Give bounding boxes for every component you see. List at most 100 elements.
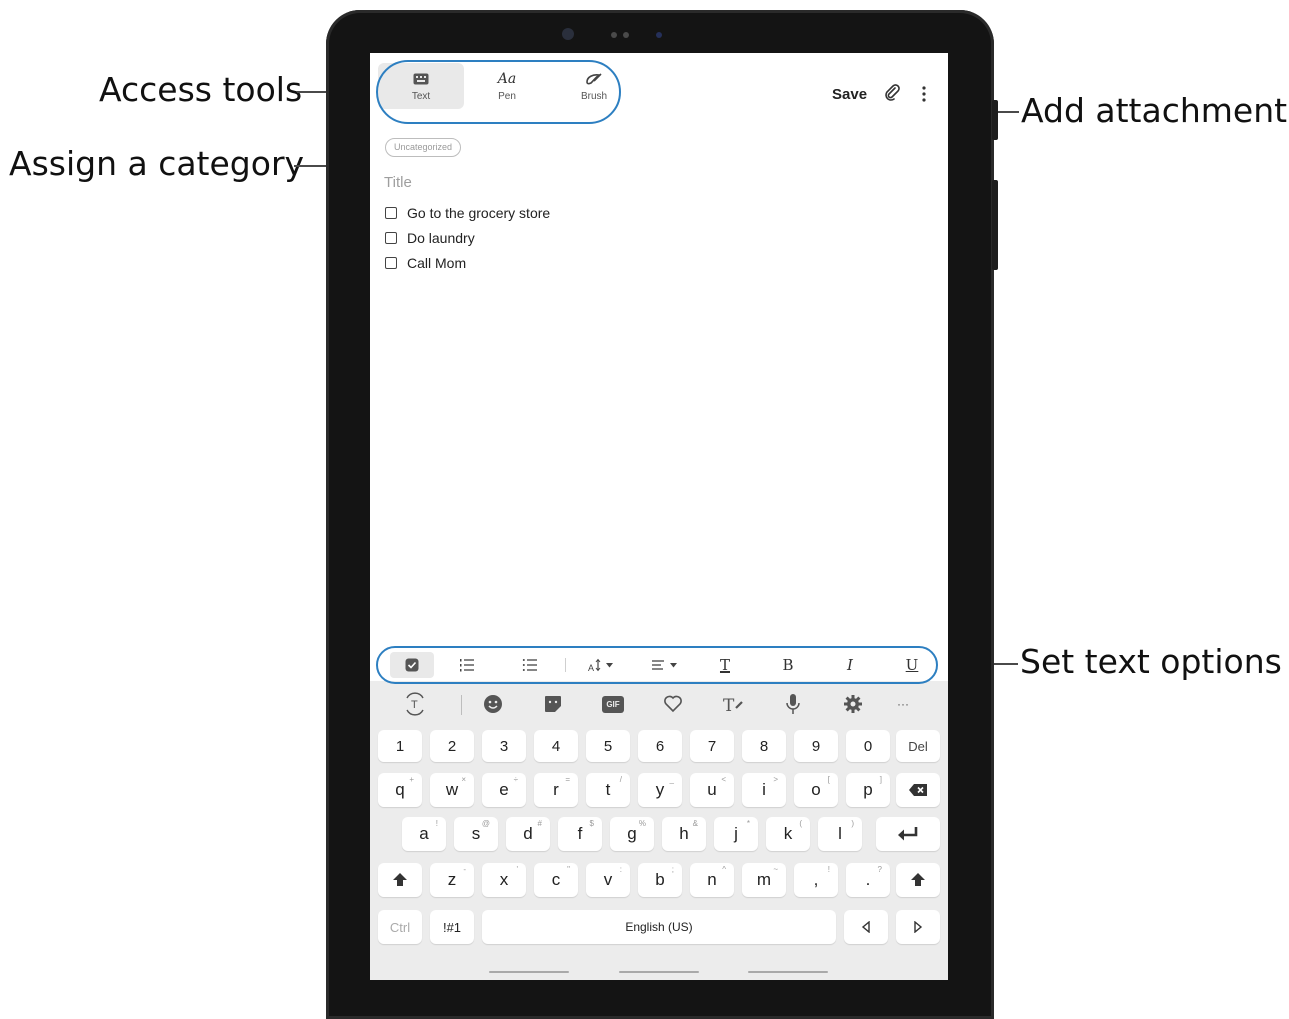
key-label: g bbox=[627, 824, 637, 843]
heart-icon[interactable] bbox=[656, 687, 690, 721]
key-ctrl[interactable]: Ctrl bbox=[378, 910, 422, 944]
nav-bar-indicator[interactable] bbox=[748, 971, 828, 973]
key-label: 4 bbox=[551, 737, 561, 755]
key-letter[interactable]: c " bbox=[534, 863, 578, 897]
key-letter[interactable]: o[ bbox=[794, 773, 838, 807]
title-field[interactable]: Title bbox=[384, 174, 412, 191]
key-number[interactable]: 1 bbox=[378, 730, 422, 762]
checklist-item[interactable]: Go to the grocery store bbox=[385, 203, 550, 223]
key-symbol-hint: = bbox=[565, 775, 570, 784]
key-letter[interactable]: a! bbox=[402, 817, 446, 851]
category-chip[interactable]: Uncategorized bbox=[385, 138, 462, 157]
key-letter[interactable]: r = bbox=[534, 773, 578, 807]
key-symbol-hint: $ bbox=[589, 819, 594, 828]
power-button bbox=[992, 180, 998, 270]
checkbox-icon[interactable] bbox=[385, 232, 397, 244]
key-symbol-hint: " bbox=[567, 865, 570, 874]
key-label: 3 bbox=[499, 737, 509, 755]
key-letter[interactable]: f $ bbox=[558, 817, 602, 851]
paperclip-icon[interactable] bbox=[883, 84, 901, 102]
key-letter[interactable]: q + bbox=[378, 773, 422, 807]
key-letter[interactable]: z- bbox=[430, 863, 474, 897]
key-symbol-hint: ~ bbox=[773, 865, 778, 874]
key-symbol-hint: ] bbox=[879, 775, 882, 784]
tools-highlight-ring bbox=[376, 60, 621, 124]
key-label: f bbox=[577, 824, 583, 843]
nav-bar-indicator[interactable] bbox=[489, 971, 569, 973]
gif-icon[interactable]: GIF bbox=[596, 687, 630, 721]
key-space[interactable]: English (US) bbox=[482, 910, 836, 944]
callout-set-text-options: Set text options bbox=[1020, 642, 1282, 681]
key-letter[interactable]: .? bbox=[846, 863, 890, 897]
key-label: r bbox=[553, 780, 559, 799]
settings-icon[interactable] bbox=[836, 687, 870, 721]
key-letter[interactable]: e ÷ bbox=[482, 773, 526, 807]
save-button[interactable]: Save bbox=[832, 86, 867, 103]
key-label: t bbox=[605, 780, 611, 799]
emoji-icon[interactable] bbox=[476, 687, 510, 721]
nav-bar-indicator[interactable] bbox=[619, 971, 699, 973]
key-letter[interactable]: l) bbox=[818, 817, 862, 851]
key-number[interactable]: 6 bbox=[638, 730, 682, 762]
key-letter[interactable]: d # bbox=[506, 817, 550, 851]
key-shift-right[interactable] bbox=[896, 863, 940, 897]
key-letter[interactable]: ,! bbox=[794, 863, 838, 897]
key-label: . bbox=[865, 870, 871, 889]
key-symbol-hint: % bbox=[638, 819, 646, 828]
checkbox-icon[interactable] bbox=[385, 257, 397, 269]
key-enter[interactable] bbox=[876, 817, 940, 851]
key-label: d bbox=[523, 824, 533, 843]
key-number[interactable]: 7 bbox=[690, 730, 734, 762]
checklist-item-text: Go to the grocery store bbox=[407, 205, 551, 221]
key-shift-left[interactable] bbox=[378, 863, 422, 897]
key-letter[interactable]: y _ bbox=[638, 773, 682, 807]
key-symbol-hint: @ bbox=[481, 819, 490, 828]
key-letter[interactable]: n ^ bbox=[690, 863, 734, 897]
key-letter[interactable]: s @ bbox=[454, 817, 498, 851]
key-number[interactable]: 2 bbox=[430, 730, 474, 762]
key-del[interactable]: Del bbox=[896, 730, 940, 762]
key-label: l bbox=[838, 824, 842, 843]
key-letter[interactable]: m ~ bbox=[742, 863, 786, 897]
key-number[interactable]: 4 bbox=[534, 730, 578, 762]
key-label: j bbox=[734, 824, 738, 843]
more-vertical-icon[interactable] bbox=[919, 85, 929, 103]
key-label: 8 bbox=[759, 737, 769, 755]
key-letter[interactable]: p] bbox=[846, 773, 890, 807]
handwriting-icon[interactable]: T bbox=[716, 687, 750, 721]
checklist-item[interactable]: Do laundry bbox=[385, 228, 475, 248]
key-symbols[interactable]: !#1 bbox=[430, 910, 474, 944]
translate-icon[interactable]: T bbox=[398, 687, 432, 721]
key-number[interactable]: 8 bbox=[742, 730, 786, 762]
key-cursor-left[interactable] bbox=[844, 910, 888, 944]
key-letter[interactable]: t / bbox=[586, 773, 630, 807]
key-number[interactable]: 0 bbox=[846, 730, 890, 762]
svg-text:T: T bbox=[723, 696, 735, 714]
callout-assign-category: Assign a category bbox=[9, 144, 305, 183]
key-number[interactable]: 5 bbox=[586, 730, 630, 762]
more-icon[interactable]: ··· bbox=[886, 687, 920, 721]
mic-icon[interactable] bbox=[776, 687, 810, 721]
key-backspace[interactable] bbox=[896, 773, 940, 807]
screen: Text Aa Pen Brush Save Uncategorized Tit… bbox=[370, 53, 948, 980]
sticker-icon[interactable] bbox=[536, 687, 570, 721]
key-letter[interactable]: i > bbox=[742, 773, 786, 807]
key-label: w bbox=[445, 780, 459, 799]
key-letter[interactable]: h & bbox=[662, 817, 706, 851]
key-number[interactable]: 3 bbox=[482, 730, 526, 762]
key-cursor-right[interactable] bbox=[896, 910, 940, 944]
key-letter[interactable]: v: bbox=[586, 863, 630, 897]
checkbox-icon[interactable] bbox=[385, 207, 397, 219]
key-label: x bbox=[499, 870, 509, 889]
key-letter[interactable]: g% bbox=[610, 817, 654, 851]
checklist-item[interactable]: Call Mom bbox=[385, 253, 466, 273]
key-letter[interactable]: b; bbox=[638, 863, 682, 897]
key-label: a bbox=[419, 824, 429, 843]
key-letter[interactable]: x ' bbox=[482, 863, 526, 897]
key-letter[interactable]: j * bbox=[714, 817, 758, 851]
key-number[interactable]: 9 bbox=[794, 730, 838, 762]
key-letter[interactable]: k( bbox=[766, 817, 810, 851]
key-letter[interactable]: u < bbox=[690, 773, 734, 807]
key-symbol-hint: & bbox=[692, 819, 698, 828]
key-letter[interactable]: w × bbox=[430, 773, 474, 807]
